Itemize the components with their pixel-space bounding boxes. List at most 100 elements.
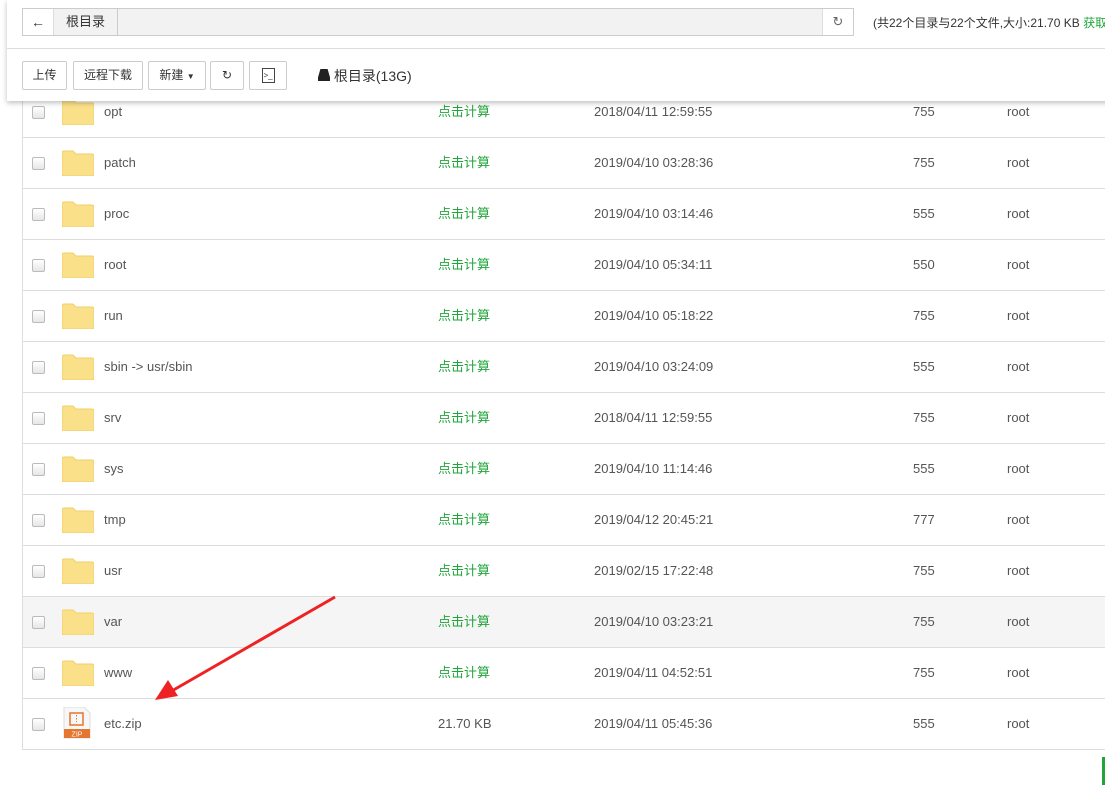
row-checkbox[interactable] [32,361,45,374]
file-size[interactable]: 点击计算 [438,648,490,698]
permission[interactable]: 755 [913,597,935,647]
refresh-button[interactable]: ↻ [210,61,244,90]
file-size[interactable]: 点击计算 [438,291,490,341]
file-name[interactable]: etc.zip [104,699,142,749]
summary-text: (共22个目录与22个文件,大小:21.70 KB [873,16,1084,30]
hdd-icon [318,69,330,81]
disk-label: 根目录(13G) [333,68,412,84]
terminal-button[interactable]: >_ [249,61,287,90]
table-row[interactable]: patch 点击计算 2019/04/10 03:28:36 755 root [23,138,1105,189]
file-size[interactable]: 点击计算 [438,597,490,647]
refresh-icon: ↻ [221,68,233,82]
owner[interactable]: root [1007,495,1029,545]
file-size[interactable]: 点击计算 [438,342,490,392]
modified-date: 2019/04/10 03:23:21 [594,614,714,629]
owner[interactable]: root [1007,342,1029,392]
path-bar[interactable]: ← 根目录 ↻ [22,8,854,36]
file-name[interactable]: run [104,291,123,341]
row-checkbox[interactable] [32,463,45,476]
file-name[interactable]: usr [104,546,122,596]
table-row[interactable]: sys 点击计算 2019/04/10 11:14:46 555 root [23,444,1105,495]
file-name[interactable]: tmp [104,495,126,545]
permission[interactable]: 755 [913,546,935,596]
file-size[interactable]: 点击计算 [438,546,490,596]
row-checkbox[interactable] [32,259,45,272]
permission[interactable]: 755 [913,648,935,698]
table-row[interactable]: srv 点击计算 2018/04/11 12:59:55 755 root [23,393,1105,444]
row-checkbox[interactable] [32,616,45,629]
permission[interactable]: 755 [913,393,935,443]
row-checkbox[interactable] [32,157,45,170]
get-size-link[interactable]: 获取 [1083,16,1105,30]
file-name[interactable]: root [104,240,126,290]
svg-text:ZIP: ZIP [72,732,83,739]
table-row[interactable]: sbin -> usr/sbin 点击计算 2019/04/10 03:24:0… [23,342,1105,393]
file-name[interactable]: sys [104,444,124,494]
table-row[interactable]: proc 点击计算 2019/04/10 03:14:46 555 root [23,189,1105,240]
owner[interactable]: root [1007,699,1029,749]
permission[interactable]: 755 [913,291,935,341]
new-dropdown-button[interactable]: 新建 ▼ [148,61,206,90]
row-checkbox[interactable] [32,667,45,680]
permission[interactable]: 550 [913,240,935,290]
file-name[interactable]: www [104,648,132,698]
table-row[interactable]: var 点击计算 2019/04/10 03:23:21 755 root [23,597,1105,648]
permission[interactable]: 555 [913,699,935,749]
file-size[interactable]: 点击计算 [438,240,490,290]
file-size: 21.70 KB [438,716,492,731]
row-checkbox[interactable] [32,208,45,221]
permission[interactable]: 555 [913,189,935,239]
path-refresh-button[interactable]: ↻ [822,9,853,35]
folder-icon [62,303,94,329]
owner[interactable]: root [1007,444,1029,494]
table-row[interactable]: run 点击计算 2019/04/10 05:18:22 755 root [23,291,1105,342]
folder-icon [62,507,94,533]
owner[interactable]: root [1007,597,1029,647]
row-checkbox[interactable] [32,718,45,731]
file-name[interactable]: patch [104,138,136,188]
divider [7,48,1105,49]
row-checkbox[interactable] [32,106,45,119]
owner[interactable]: root [1007,138,1029,188]
modified-date: 2019/04/11 04:52:51 [594,665,713,680]
file-name[interactable]: var [104,597,122,647]
row-checkbox[interactable] [32,310,45,323]
file-size[interactable]: 点击计算 [438,495,490,545]
permission[interactable]: 777 [913,495,935,545]
row-checkbox[interactable] [32,514,45,527]
permission[interactable]: 555 [913,444,935,494]
permission[interactable]: 755 [913,138,935,188]
row-checkbox[interactable] [32,412,45,425]
back-button[interactable]: ← [23,9,54,35]
file-size[interactable]: 点击计算 [438,189,490,239]
folder-icon [62,99,94,125]
disk-selector[interactable]: 根目录(13G) [318,66,412,86]
permission[interactable]: 555 [913,342,935,392]
modified-date: 2018/04/11 12:59:55 [594,410,713,425]
file-table: opt 点击计算 2018/04/11 12:59:55 755 root pa… [22,87,1105,750]
file-size[interactable]: 点击计算 [438,393,490,443]
table-row[interactable]: root 点击计算 2019/04/10 05:34:11 550 root [23,240,1105,291]
table-row[interactable]: www 点击计算 2019/04/11 04:52:51 755 root [23,648,1105,699]
owner[interactable]: root [1007,648,1029,698]
table-row[interactable]: ZIP etc.zip 21.70 KB 2019/04/11 05:45:36… [23,699,1105,750]
owner[interactable]: root [1007,546,1029,596]
file-size[interactable]: 点击计算 [438,138,490,188]
table-row[interactable]: tmp 点击计算 2019/04/12 20:45:21 777 root [23,495,1105,546]
owner[interactable]: root [1007,291,1029,341]
file-name[interactable]: srv [104,393,121,443]
table-row[interactable]: usr 点击计算 2019/02/15 17:22:48 755 root [23,546,1105,597]
zip-file-icon: ZIP [63,707,91,739]
owner[interactable]: root [1007,240,1029,290]
breadcrumb-root[interactable]: 根目录 [54,9,119,35]
folder-icon [62,201,94,227]
file-size[interactable]: 点击计算 [438,444,490,494]
owner[interactable]: root [1007,189,1029,239]
remote-download-button[interactable]: 远程下载 [73,61,143,90]
owner[interactable]: root [1007,393,1029,443]
folder-icon [62,354,94,380]
file-name[interactable]: sbin -> usr/sbin [104,342,193,392]
upload-button[interactable]: 上传 [22,61,67,90]
file-name[interactable]: proc [104,189,129,239]
row-checkbox[interactable] [32,565,45,578]
